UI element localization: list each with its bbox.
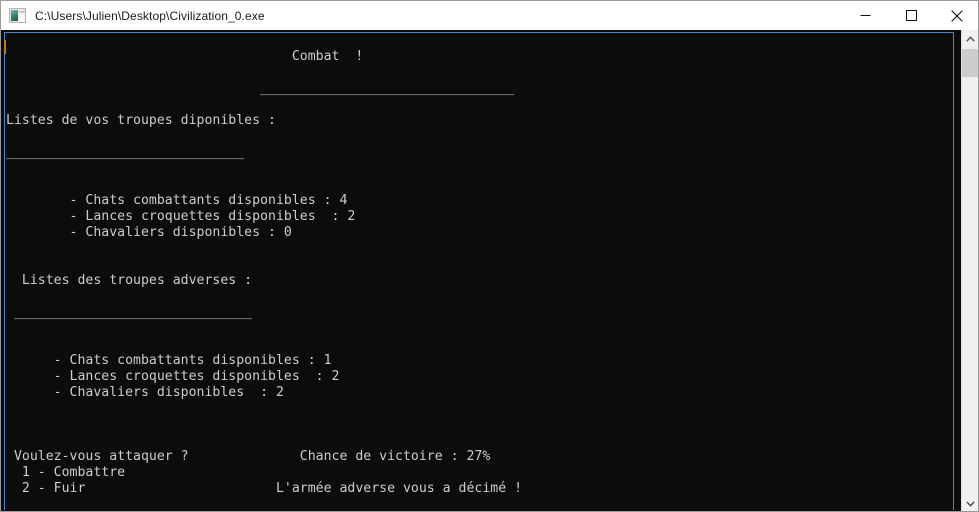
vertical-scrollbar[interactable] — [961, 30, 978, 511]
console-output-area[interactable]: Combat ! _______________________________… — [1, 30, 978, 511]
console-line: - Chats combattants disponibles : 4 — [6, 193, 348, 208]
maximize-button[interactable] — [888, 1, 934, 30]
minimize-button[interactable] — [842, 1, 888, 30]
console-line: ______________________________ — [6, 145, 245, 160]
console-line: - Chavaliers disponibles : 0 — [6, 225, 292, 240]
maximize-icon — [905, 10, 917, 21]
console-app-icon — [9, 8, 26, 23]
console-line: Combat ! — [6, 49, 364, 64]
console-text-buffer: Combat ! _______________________________… — [6, 33, 954, 509]
console-app-icon-left-pane — [11, 10, 18, 21]
close-icon — [951, 9, 963, 22]
console-line: ________________________________ — [6, 81, 515, 96]
window-title: C:\Users\Julien\Desktop\Civilization_0.e… — [35, 8, 265, 23]
console-line: - Lances croquettes disponibles : 2 — [6, 209, 356, 224]
console-line: ______________________________ — [6, 305, 253, 320]
title-bar[interactable]: C:\Users\Julien\Desktop\Civilization_0.e… — [1, 1, 978, 30]
close-button[interactable] — [934, 1, 978, 30]
chevron-down-icon — [965, 500, 975, 507]
console-app-icon-right-pane — [19, 11, 25, 22]
application-window: C:\Users\Julien\Desktop\Civilization_0.e… — [0, 0, 979, 512]
console-line: - Chavaliers disponibles : 2 — [6, 385, 284, 400]
scroll-down-button[interactable] — [962, 495, 978, 511]
minimize-icon — [860, 15, 870, 16]
console-line: - Chats combattants disponibles : 1 — [6, 353, 332, 368]
chevron-up-icon — [965, 35, 975, 42]
console-line: Voulez-vous attaquer ? Chance de victoir… — [6, 449, 491, 464]
console-line: Listes des troupes adverses : — [6, 273, 253, 288]
scrollbar-track[interactable] — [962, 47, 978, 495]
scrollbar-thumb[interactable] — [962, 49, 978, 77]
console-line: Listes de vos troupes diponibles : — [6, 113, 276, 128]
console-line: 1 - Combattre — [6, 465, 126, 480]
console-line: - Lances croquettes disponibles : 2 — [6, 369, 340, 384]
scroll-up-button[interactable] — [962, 30, 978, 47]
console-line: 2 - Fuir L'armée adverse vous a décimé ! — [6, 481, 523, 496]
